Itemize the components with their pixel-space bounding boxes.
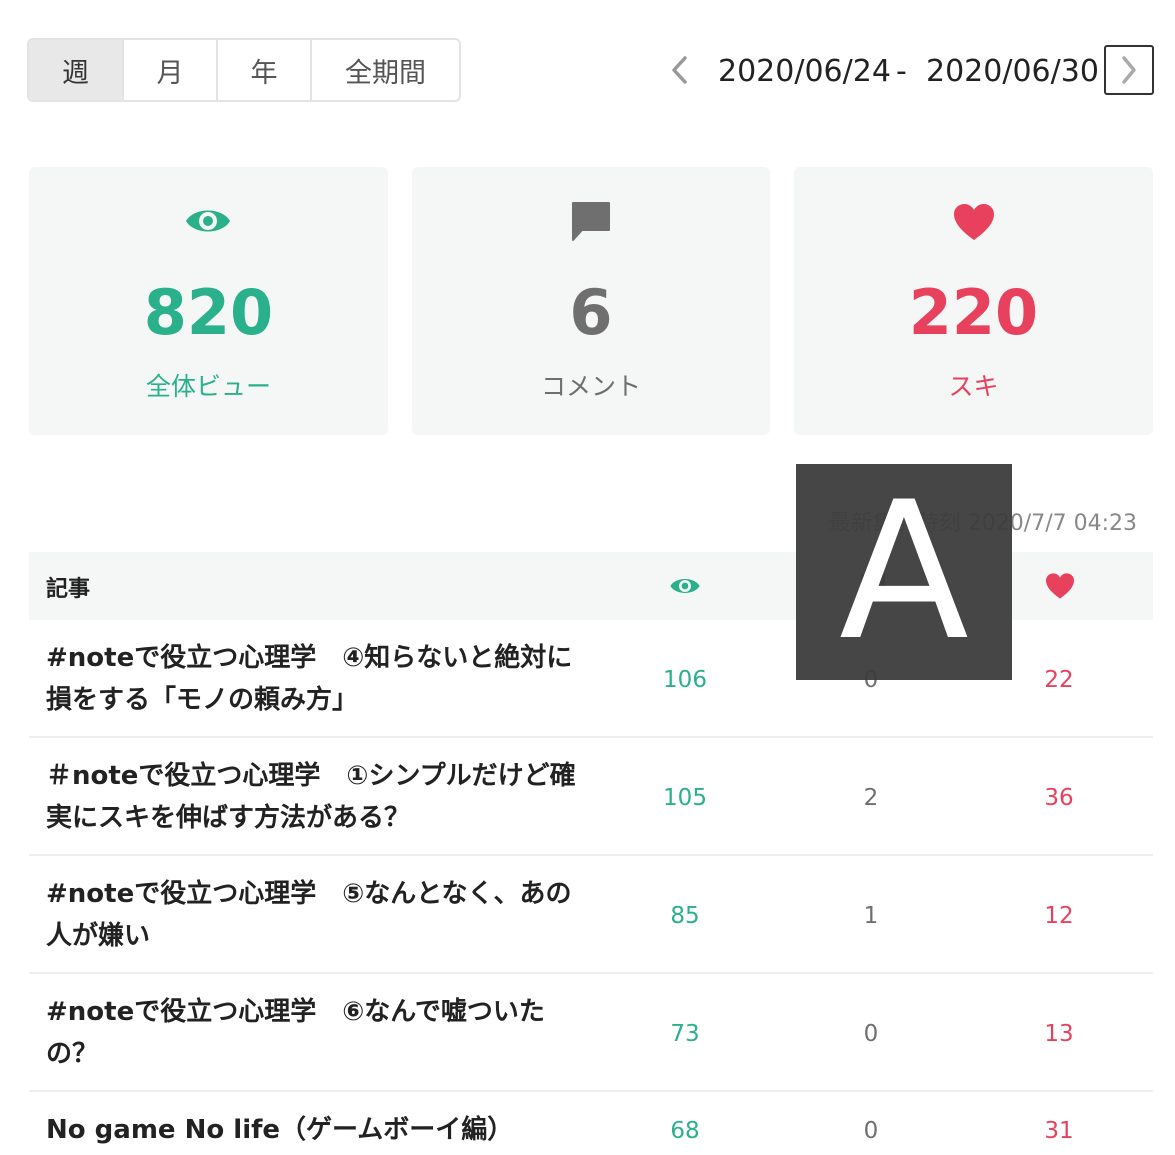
tab-week[interactable]: 週 [29,40,124,100]
total-comments-value: 6 [569,276,613,349]
eye-icon [186,210,230,232]
article-column-header: 記事 [46,577,91,602]
comments-summary-card: 6 コメント [412,167,770,435]
row-likes: 31 [1044,1118,1074,1144]
views-summary-card: 820 全体ビュー [29,167,388,435]
table-row: No game No life（ゲームボーイ編） 68 0 31 [29,1092,1153,1155]
total-views-value: 820 [143,276,274,349]
date-range-end: 2020/06/30 [926,54,1099,89]
row-comments: 1 [863,903,879,929]
table-row: #noteで役立つ心理学 ⑤なんとなく、あの人が嫌い 85 1 12 [29,856,1153,974]
row-views: 106 [663,667,707,693]
eye-icon [670,579,700,593]
table-row: #noteで役立つ心理学 ⑥なんで嘘ついたの？ 73 0 13 [29,974,1153,1092]
row-comments: 0 [863,1118,879,1144]
date-range-separator: - [896,54,907,89]
total-likes-value: 220 [908,276,1039,349]
row-comments: 0 [863,1021,879,1047]
prev-period-button[interactable] [662,50,696,90]
overlay-marker: A [796,464,1012,680]
tab-year[interactable]: 年 [218,40,312,100]
heart-icon [954,204,994,240]
total-views-label: 全体ビュー [145,372,271,401]
likes-summary-card: 220 スキ [794,167,1153,435]
comment-icon [572,202,610,241]
row-likes: 12 [1044,903,1074,929]
row-views: 73 [670,1021,700,1047]
period-tabs: 週 月 年 全期間 [27,38,461,102]
next-period-button[interactable] [1104,45,1154,95]
date-range-start: 2020/06/24 [718,54,891,89]
row-views: 105 [663,785,707,811]
tab-month[interactable]: 月 [124,40,218,100]
total-likes-label: スキ [948,372,999,401]
heart-icon [1046,573,1074,599]
row-likes: 36 [1044,785,1074,811]
article-title-link[interactable]: #noteで役立つ心理学 ④知らないと絶対に損をする「モノの頼み方」 [46,637,586,721]
article-title-link[interactable]: ＃noteで役立つ心理学 ①シンプルだけど確実にスキを伸ばす方法がある？ [46,755,586,839]
row-likes: 22 [1044,667,1074,693]
article-title-link[interactable]: No game No life（ゲームボーイ編） [46,1109,646,1151]
row-likes: 13 [1044,1021,1074,1047]
article-title-link[interactable]: #noteで役立つ心理学 ⑤なんとなく、あの人が嫌い [46,873,586,957]
total-comments-label: コメント [540,372,641,401]
chevron-right-icon [1122,56,1136,84]
article-title-link[interactable]: #noteで役立つ心理学 ⑥なんで嘘ついたの？ [46,991,586,1075]
table-row: ＃noteで役立つ心理学 ①シンプルだけど確実にスキを伸ばす方法がある？ 105… [29,738,1153,856]
chevron-left-icon [672,56,687,84]
row-views: 85 [670,903,700,929]
tab-all-time[interactable]: 全期間 [312,40,459,100]
row-comments: 2 [863,785,879,811]
row-views: 68 [670,1118,700,1144]
